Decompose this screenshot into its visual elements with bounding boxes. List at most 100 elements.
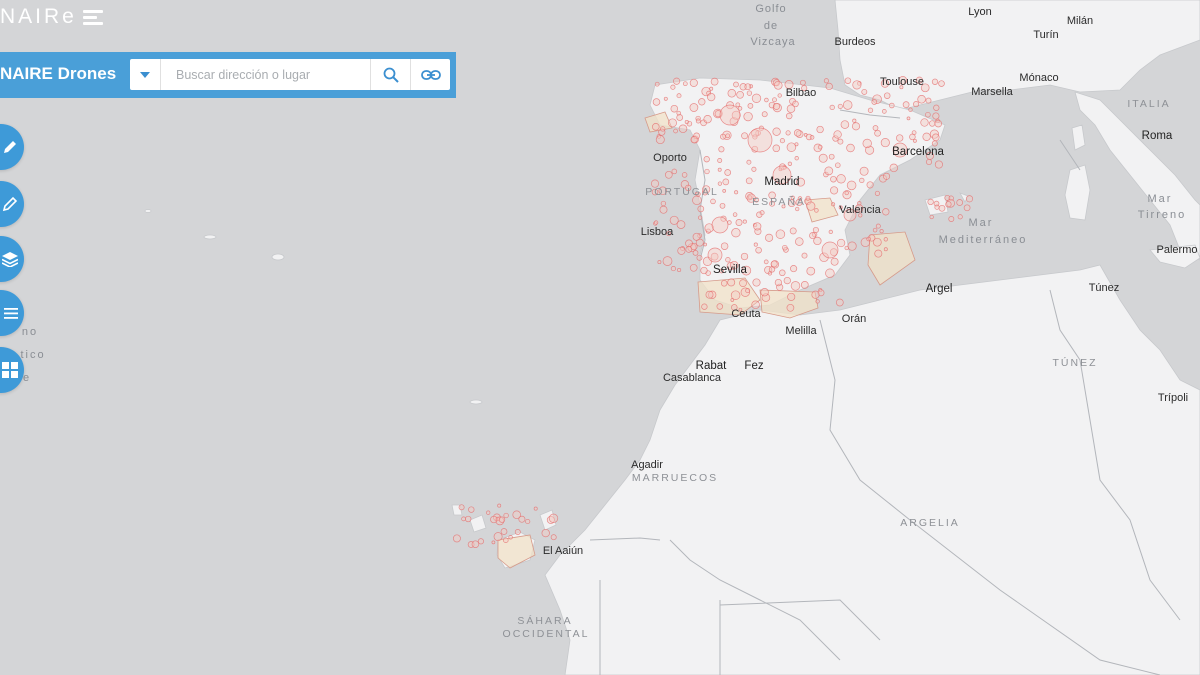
restriction-zone[interactable] <box>830 257 839 266</box>
restriction-zone[interactable] <box>806 266 816 276</box>
restriction-zone[interactable] <box>744 83 752 91</box>
restriction-zone[interactable] <box>718 146 725 153</box>
restriction-zone[interactable] <box>755 246 762 254</box>
restriction-zone[interactable] <box>707 247 723 263</box>
restriction-zone[interactable] <box>719 202 726 209</box>
restriction-zone[interactable] <box>696 254 703 261</box>
restriction-zone[interactable] <box>830 175 837 183</box>
restriction-zone[interactable] <box>783 276 791 285</box>
search-input[interactable] <box>166 59 376 90</box>
restriction-zone[interactable] <box>929 214 934 220</box>
restriction-zone[interactable] <box>779 269 786 277</box>
restriction-zone[interactable] <box>794 156 799 161</box>
restriction-zone[interactable] <box>662 256 673 266</box>
restriction-zone[interactable] <box>461 516 466 522</box>
restriction-zone[interactable] <box>931 78 939 85</box>
restriction-zone[interactable] <box>465 515 472 523</box>
restriction-zone[interactable] <box>871 99 878 105</box>
restriction-zone[interactable] <box>813 236 822 246</box>
restriction-zone[interactable] <box>874 129 881 137</box>
restriction-zone[interactable] <box>701 303 708 310</box>
restriction-zone[interactable] <box>882 208 890 216</box>
restriction-zone[interactable] <box>932 133 940 142</box>
restriction-zone[interactable] <box>794 142 799 147</box>
restriction-zone[interactable] <box>746 159 752 165</box>
share-link-button[interactable] <box>410 59 451 90</box>
restriction-zone[interactable] <box>722 178 730 186</box>
restriction-zone[interactable] <box>734 190 739 195</box>
restriction-zone[interactable] <box>920 118 929 127</box>
restriction-zone[interactable] <box>925 111 931 118</box>
restriction-zone[interactable] <box>458 504 465 511</box>
restriction-zone[interactable] <box>792 100 799 108</box>
restriction-zone[interactable] <box>745 288 751 294</box>
restriction-zone[interactable] <box>851 122 861 131</box>
restriction-zone[interactable] <box>809 135 815 140</box>
restriction-zone[interactable] <box>837 138 844 145</box>
restriction-zone[interactable] <box>872 227 878 233</box>
restriction-zone[interactable] <box>745 177 753 185</box>
restriction-zone[interactable] <box>681 172 688 178</box>
restriction-zone[interactable] <box>835 162 841 168</box>
restriction-zone[interactable] <box>660 126 666 132</box>
restriction-zone[interactable] <box>922 132 931 141</box>
restriction-zone[interactable] <box>722 189 727 193</box>
restriction-zone[interactable] <box>787 292 796 301</box>
restriction-zone[interactable] <box>880 138 890 148</box>
restriction-zone[interactable] <box>707 92 716 102</box>
restriction-zone[interactable] <box>948 216 955 222</box>
restriction-zone[interactable] <box>872 237 882 247</box>
restriction-zone[interactable] <box>828 229 833 235</box>
restriction-zone[interactable] <box>862 138 872 149</box>
restriction-zone[interactable] <box>861 88 868 95</box>
restriction-zone[interactable] <box>743 111 753 122</box>
restriction-zone[interactable] <box>753 242 758 247</box>
restriction-zone[interactable] <box>731 228 741 238</box>
restriction-zone[interactable] <box>717 181 723 186</box>
restriction-zone[interactable] <box>720 242 729 250</box>
restriction-zone[interactable] <box>676 93 682 99</box>
restriction-zone[interactable] <box>678 124 688 134</box>
restriction-zone[interactable] <box>752 278 761 287</box>
restriction-zone[interactable] <box>503 512 509 519</box>
restriction-zone[interactable] <box>671 168 678 175</box>
restriction-zone[interactable] <box>889 163 899 173</box>
restriction-zone[interactable] <box>846 143 855 153</box>
restriction-zone[interactable] <box>735 102 741 108</box>
restriction-zone[interactable] <box>684 119 689 125</box>
restriction-zone[interactable] <box>790 265 798 273</box>
restriction-zone[interactable] <box>500 528 508 535</box>
restriction-zone[interactable] <box>816 125 824 134</box>
restriction-zone[interactable] <box>825 82 833 91</box>
restriction-zone[interactable] <box>934 160 943 169</box>
restriction-zone[interactable] <box>703 242 707 247</box>
restriction-zone[interactable] <box>925 158 933 166</box>
restriction-zone[interactable] <box>740 252 749 261</box>
restriction-zone[interactable] <box>533 506 538 511</box>
restriction-zone[interactable] <box>835 298 844 307</box>
restriction-zone[interactable] <box>697 205 705 213</box>
restriction-zone[interactable] <box>957 214 963 220</box>
restriction-zone[interactable] <box>720 133 726 140</box>
restriction-zone[interactable] <box>727 278 736 287</box>
restriction-zone[interactable] <box>720 280 728 287</box>
restriction-zone[interactable] <box>770 260 778 268</box>
restriction-zone[interactable] <box>676 110 681 116</box>
restriction-zone[interactable] <box>787 161 793 166</box>
restriction-zone[interactable] <box>837 103 843 109</box>
map-canvas[interactable] <box>0 0 1200 675</box>
restriction-zone[interactable] <box>866 181 874 189</box>
restriction-zone[interactable] <box>753 222 762 231</box>
restriction-zone[interactable] <box>777 93 782 98</box>
restriction-zone[interactable] <box>933 104 940 111</box>
restriction-zone[interactable] <box>902 101 910 108</box>
restriction-zone[interactable] <box>739 279 747 287</box>
restriction-zone[interactable] <box>659 205 668 214</box>
restriction-zone[interactable] <box>927 198 934 206</box>
restriction-zone[interactable] <box>773 80 783 90</box>
restriction-zone[interactable] <box>815 299 820 304</box>
restriction-zone[interactable] <box>846 180 857 191</box>
restriction-zone[interactable] <box>654 81 660 87</box>
restriction-zone[interactable] <box>719 104 741 126</box>
restriction-zone[interactable] <box>934 119 943 128</box>
